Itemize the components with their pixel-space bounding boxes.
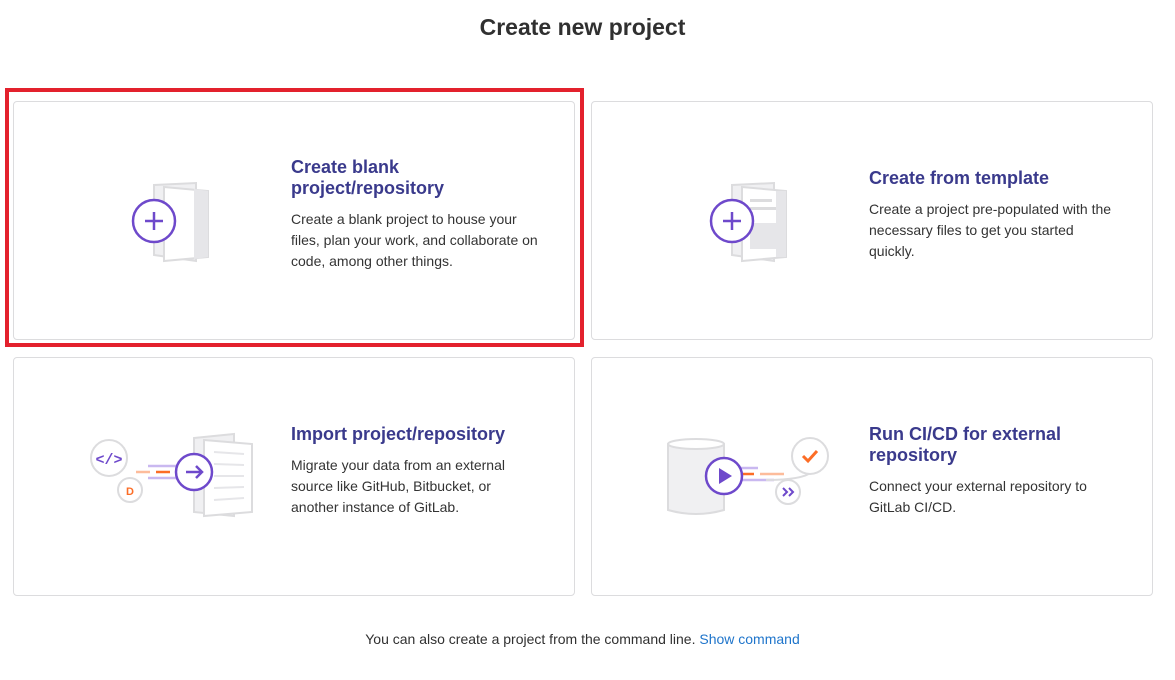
card-title: Import project/repository bbox=[291, 424, 506, 444]
svg-text:D: D bbox=[126, 486, 134, 498]
card-title: Run CI/CD for external repository bbox=[869, 424, 1062, 465]
create-from-template-card[interactable]: Create from template Create a project pr… bbox=[591, 101, 1153, 340]
svg-text:</>: </> bbox=[95, 452, 122, 469]
import-illustration-icon: </> D bbox=[90, 432, 253, 518]
footer-text: You can also create a project from the c… bbox=[365, 631, 696, 647]
page-title: Create new project bbox=[479, 14, 686, 40]
card-description: Connect your external repository to GitL… bbox=[869, 478, 1087, 515]
template-illustration-icon bbox=[709, 181, 787, 263]
new-project-page: Create new project Create blank project/… bbox=[0, 0, 1175, 680]
run-cicd-external-card[interactable]: Run CI/CD for external repository Connec… bbox=[591, 357, 1153, 596]
card-description: Create a blank project to house your fil… bbox=[291, 211, 538, 269]
create-blank-project-card[interactable]: Create blank project/repository Create a… bbox=[13, 101, 575, 340]
cicd-illustration-icon bbox=[667, 437, 829, 515]
card-description: Create a project pre-populated with the … bbox=[869, 201, 1112, 259]
card-title: Create from template bbox=[869, 168, 1050, 188]
command-line-hint: You can also create a project from the c… bbox=[0, 631, 1165, 647]
card-title: Create blank project/repository bbox=[291, 157, 445, 198]
import-project-card[interactable]: </> D Import project/repository Migrate … bbox=[13, 357, 575, 596]
card-description: Migrate your data from an external sourc… bbox=[291, 457, 505, 515]
show-command-link[interactable]: Show command bbox=[699, 631, 799, 647]
blank-project-illustration-icon bbox=[131, 181, 209, 263]
